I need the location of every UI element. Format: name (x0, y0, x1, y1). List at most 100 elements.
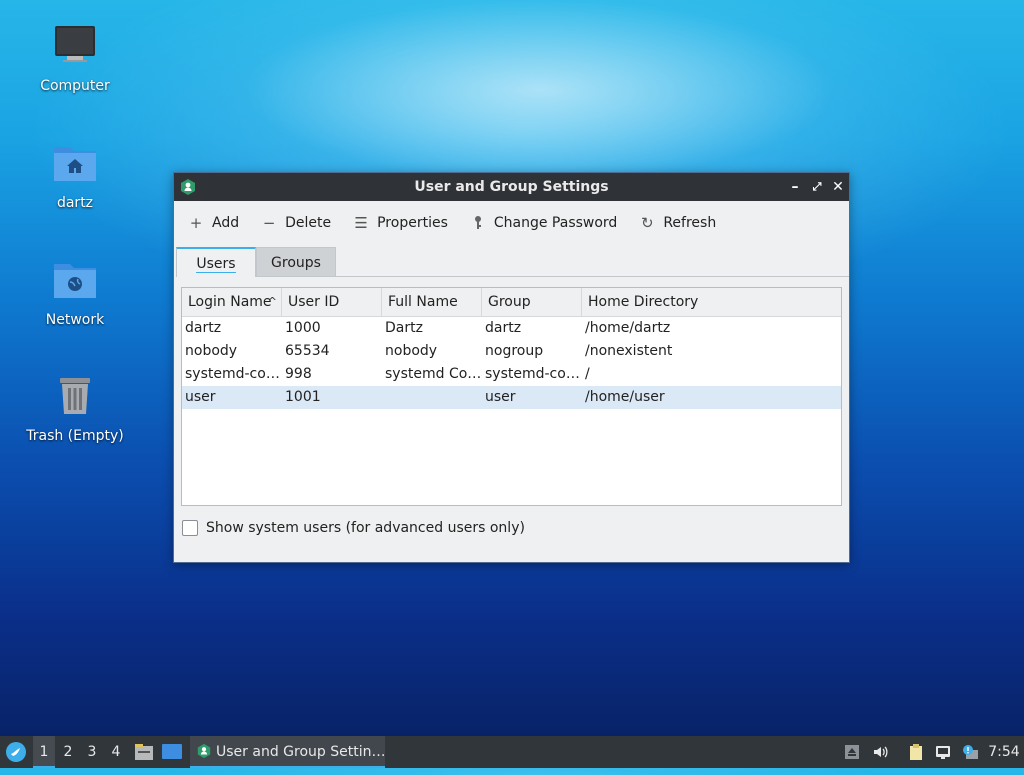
task-user-group-settings[interactable]: User and Group Settin… (190, 736, 385, 768)
minimize-button[interactable]: – (785, 173, 805, 201)
app-icon (197, 743, 211, 759)
column-header-full-name[interactable]: Full Name (382, 288, 482, 316)
table-row[interactable]: systemd-co… 998 systemd Co… systemd-co… … (182, 363, 841, 386)
app-menu-icon (6, 742, 26, 762)
workspace-1[interactable]: 1 (33, 736, 55, 768)
eject-icon[interactable] (844, 744, 860, 760)
cell-home: /home/user (585, 389, 665, 405)
toolbar: + Add − Delete ☰ Properties Change Passw… (174, 201, 849, 245)
table-row[interactable]: dartz 1000 Dartz dartz /home/dartz (182, 317, 841, 340)
home-folder-icon (54, 147, 96, 181)
desktop-icon (162, 744, 182, 759)
delete-label: Delete (285, 215, 332, 231)
cell-uid: 1000 (285, 320, 321, 336)
tab-groups[interactable]: Groups (256, 247, 336, 277)
cell-full-name: nobody (385, 343, 438, 359)
table-row-selected[interactable]: user 1001 user /home/user (182, 386, 841, 409)
cell-home: /home/dartz (585, 320, 671, 336)
cell-home: /nonexistent (585, 343, 673, 359)
cell-home: / (585, 366, 590, 382)
clock-time: 7:54 (988, 744, 1020, 760)
cell-login: user (185, 389, 216, 405)
clipboard-icon[interactable] (908, 744, 924, 760)
tab-users[interactable]: Users (176, 247, 256, 277)
column-label: Login Name (188, 294, 272, 310)
cell-group: nogroup (485, 343, 544, 359)
delete-button[interactable]: − Delete (261, 215, 331, 231)
cell-full-name: Dartz (385, 320, 423, 336)
computer-icon (55, 26, 95, 62)
workspace-2[interactable]: 2 (57, 736, 79, 768)
network-icon[interactable] (935, 744, 951, 760)
column-label: Home Directory (588, 294, 699, 310)
column-header-user-id[interactable]: User ID (282, 288, 382, 316)
workspace-label: 1 (39, 744, 49, 760)
column-header-login-name[interactable]: Login Name ^ (182, 288, 282, 316)
plus-icon: + (189, 214, 203, 232)
update-notifier-icon[interactable] (962, 744, 978, 760)
desktop-icon-computer[interactable]: Computer (15, 22, 135, 94)
show-system-users-checkbox[interactable] (182, 520, 198, 536)
workspace-4[interactable]: 4 (105, 736, 127, 768)
add-button[interactable]: + Add (188, 215, 239, 231)
table-row[interactable]: nobody 65534 nobody nogroup /nonexistent (182, 340, 841, 363)
users-panel: Login Name ^ User ID Full Name Group Hom… (174, 277, 849, 562)
change-password-button[interactable]: Change Password (470, 215, 617, 231)
file-manager-icon (135, 744, 153, 760)
cell-login: nobody (185, 343, 238, 359)
cell-group: systemd-co… (485, 366, 580, 382)
file-manager-launcher[interactable] (133, 736, 155, 768)
desktop-icon-label: Computer (40, 78, 110, 94)
close-button[interactable]: ✕ (828, 173, 848, 201)
maximize-button[interactable]: ⤢ (807, 173, 827, 201)
show-desktop-button[interactable] (160, 736, 184, 768)
trash-icon (60, 378, 90, 414)
workspace-label: 4 (111, 744, 121, 760)
desktop-icon-label: dartz (56, 195, 94, 211)
desktop-icon-trash[interactable]: Trash (Empty) (15, 372, 135, 444)
desktop-icon-home[interactable]: dartz (15, 139, 135, 211)
window-title: User and Group Settings (414, 179, 609, 195)
desktop-icon-network[interactable]: Network (15, 256, 135, 328)
app-icon (181, 179, 195, 195)
workspace-label: 3 (87, 744, 97, 760)
refresh-icon: ↻ (641, 214, 654, 232)
cell-login: systemd-co… (185, 366, 280, 382)
workspace-3[interactable]: 3 (81, 736, 103, 768)
minus-icon: − (262, 214, 276, 232)
column-header-group[interactable]: Group (482, 288, 582, 316)
cell-group: dartz (485, 320, 522, 336)
desktop-icon-label: Trash (Empty) (26, 428, 124, 444)
window-titlebar[interactable]: User and Group Settings – ⤢ ✕ (174, 173, 849, 201)
task-title: User and Group Settin… (216, 744, 385, 760)
cell-uid: 998 (285, 366, 312, 382)
start-menu-button[interactable] (2, 736, 30, 768)
tab-groups-label: Groups (271, 255, 321, 271)
cell-uid: 1001 (285, 389, 321, 405)
cell-full-name (382, 386, 482, 409)
change-password-label: Change Password (493, 215, 618, 231)
list-icon: ☰ (354, 214, 368, 232)
clock[interactable]: 7:54 (985, 736, 1023, 768)
column-header-home-directory[interactable]: Home Directory (582, 288, 841, 316)
refresh-label: Refresh (663, 215, 717, 231)
properties-label: Properties (377, 215, 448, 231)
cell-group: user (485, 389, 516, 405)
key-icon (470, 215, 486, 231)
show-system-users-option[interactable]: Show system users (for advanced users on… (182, 520, 525, 536)
refresh-button[interactable]: ↻ Refresh (639, 215, 716, 231)
network-folder-icon (54, 264, 96, 298)
tab-bar: Users Groups (176, 245, 849, 277)
taskbar: 1 2 3 4 User and Group Settin… 7:54 (0, 736, 1024, 768)
column-label: User ID (288, 294, 340, 310)
add-label: Add (212, 215, 240, 231)
volume-icon[interactable] (872, 744, 888, 760)
users-table[interactable]: Login Name ^ User ID Full Name Group Hom… (181, 287, 842, 506)
properties-button[interactable]: ☰ Properties (353, 215, 448, 231)
column-label: Group (488, 294, 531, 310)
cell-login: dartz (185, 320, 222, 336)
cell-uid: 65534 (285, 343, 330, 359)
user-group-settings-window: User and Group Settings – ⤢ ✕ + Add − De… (173, 172, 850, 563)
cell-full-name: systemd Co… (385, 366, 482, 382)
table-header: Login Name ^ User ID Full Name Group Hom… (182, 288, 841, 317)
